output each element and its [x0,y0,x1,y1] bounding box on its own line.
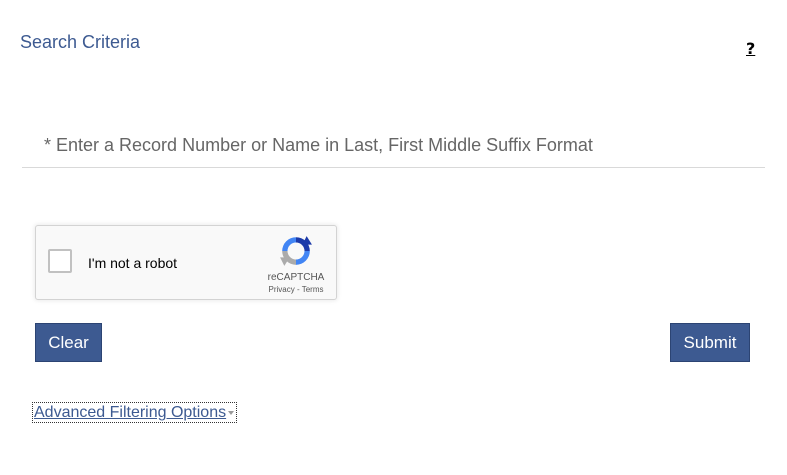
record-search-input[interactable] [22,124,765,168]
recaptcha-logo-icon [280,236,312,266]
recaptcha-checkbox[interactable] [48,249,72,273]
help-icon[interactable]: ? [746,40,755,58]
recaptcha-widget: I'm not a robot reCAPTCHA Privacy - Term… [35,225,337,300]
recaptcha-privacy-link[interactable]: Privacy [269,285,295,294]
recaptcha-brand: reCAPTCHA [267,272,325,283]
page-title: Search Criteria [20,32,141,52]
recaptcha-label: I'm not a robot [88,255,178,271]
recaptcha-links: Privacy - Terms [258,285,334,295]
caret-down-icon [228,410,235,415]
submit-button[interactable]: Submit [670,323,750,362]
advanced-filtering-label[interactable]: Advanced Filtering Options [34,404,226,421]
recaptcha-link-separator: - [294,285,302,294]
recaptcha-terms-link[interactable]: Terms [302,285,324,294]
advanced-filtering-toggle[interactable]: Advanced Filtering Options [32,402,238,423]
clear-button[interactable]: Clear [35,323,102,362]
